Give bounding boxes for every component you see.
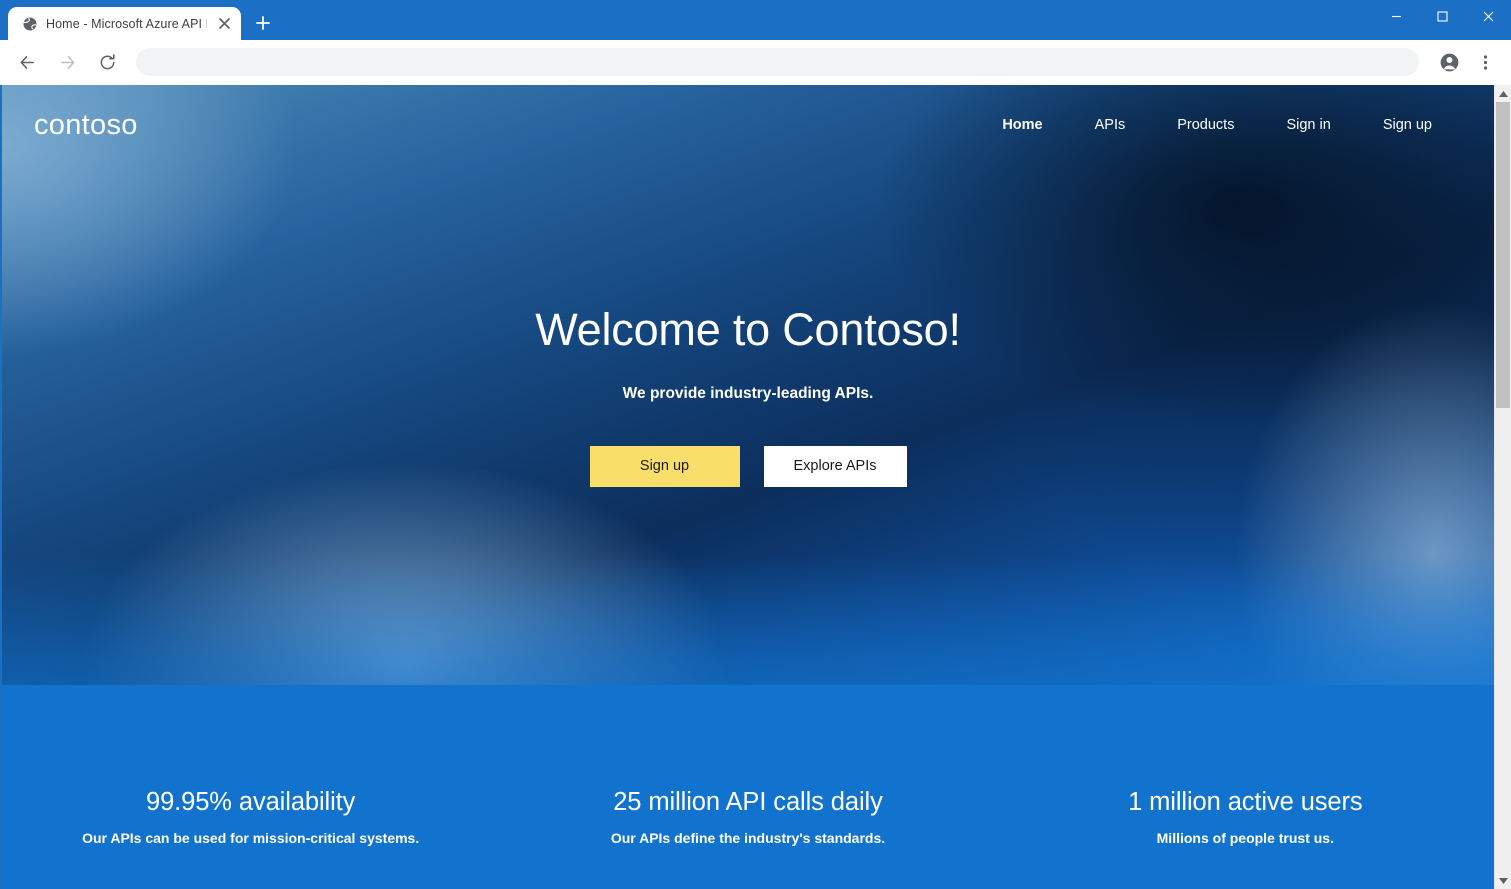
- minimize-icon[interactable]: [1373, 0, 1419, 32]
- browser-tab[interactable]: Home - Microsoft Azure API Man: [8, 7, 241, 40]
- nav-item-products[interactable]: Products: [1151, 109, 1260, 141]
- globe-icon: [22, 15, 38, 32]
- scroll-up-arrow-icon[interactable]: [1495, 85, 1511, 102]
- explore-apis-button[interactable]: Explore APIs: [763, 445, 907, 487]
- address-bar[interactable]: [136, 48, 1419, 76]
- back-arrow-icon[interactable]: [11, 46, 43, 78]
- brand-logo[interactable]: contoso: [34, 110, 138, 140]
- nav-item-home[interactable]: Home: [976, 109, 1068, 141]
- forward-arrow-icon: [51, 46, 83, 78]
- browser-toolbar: [0, 40, 1511, 85]
- page-viewport: contoso Home APIs Products Sign in Sign …: [0, 85, 1511, 889]
- window-controls: [1373, 0, 1511, 40]
- page-scrollbar[interactable]: [1494, 85, 1511, 889]
- stat-description: Our APIs define the industry's standards…: [610, 830, 886, 847]
- contoso-developer-portal: contoso Home APIs Products Sign in Sign …: [2, 85, 1494, 889]
- stat-item: 1 million active users Millions of peopl…: [997, 788, 1494, 846]
- hero-cta-group: Sign up Explore APIs: [589, 445, 907, 487]
- close-icon[interactable]: [1465, 0, 1511, 32]
- stat-value: 25 million API calls daily: [613, 788, 883, 816]
- tab-title: Home - Microsoft Azure API Man: [46, 16, 207, 31]
- browser-window: Home - Microsoft Azure API Man: [0, 0, 1511, 889]
- close-icon[interactable]: [215, 15, 233, 33]
- hero-section: Welcome to Contoso! We provide industry-…: [2, 85, 1494, 685]
- hero-subtitle: We provide industry-leading APIs.: [622, 384, 874, 402]
- scrollbar-track[interactable]: [1495, 102, 1511, 872]
- nav-item-sign-in[interactable]: Sign in: [1260, 109, 1356, 141]
- nav-item-apis[interactable]: APIs: [1069, 109, 1152, 141]
- scrollbar-thumb[interactable]: [1496, 102, 1510, 408]
- account-circle-icon[interactable]: [1433, 46, 1465, 78]
- browser-titlebar: Home - Microsoft Azure API Man: [0, 0, 1511, 40]
- sign-up-button[interactable]: Sign up: [589, 445, 740, 487]
- maximize-icon[interactable]: [1419, 0, 1465, 32]
- stat-item: 25 million API calls daily Our APIs defi…: [499, 788, 996, 846]
- stat-value: 99.95% availability: [146, 788, 356, 816]
- stat-value: 1 million active users: [1128, 788, 1363, 816]
- stat-description: Our APIs can be used for mission-critica…: [82, 830, 420, 847]
- hero-title: Welcome to Contoso!: [535, 304, 961, 355]
- nav-item-sign-up[interactable]: Sign up: [1357, 109, 1458, 141]
- tab-strip: Home - Microsoft Azure API Man: [0, 0, 1511, 40]
- stats-section: 99.95% availability Our APIs can be used…: [2, 685, 1494, 889]
- reload-icon[interactable]: [91, 46, 123, 78]
- stat-item: 99.95% availability Our APIs can be used…: [2, 788, 499, 846]
- three-dot-menu-icon[interactable]: [1469, 46, 1501, 78]
- scroll-down-arrow-icon[interactable]: [1495, 872, 1511, 889]
- plus-icon[interactable]: [249, 9, 277, 37]
- stat-description: Millions of people trust us.: [1156, 830, 1334, 847]
- site-header: contoso Home APIs Products Sign in Sign …: [2, 85, 1494, 165]
- site-navigation: Home APIs Products Sign in Sign up: [976, 109, 1458, 141]
